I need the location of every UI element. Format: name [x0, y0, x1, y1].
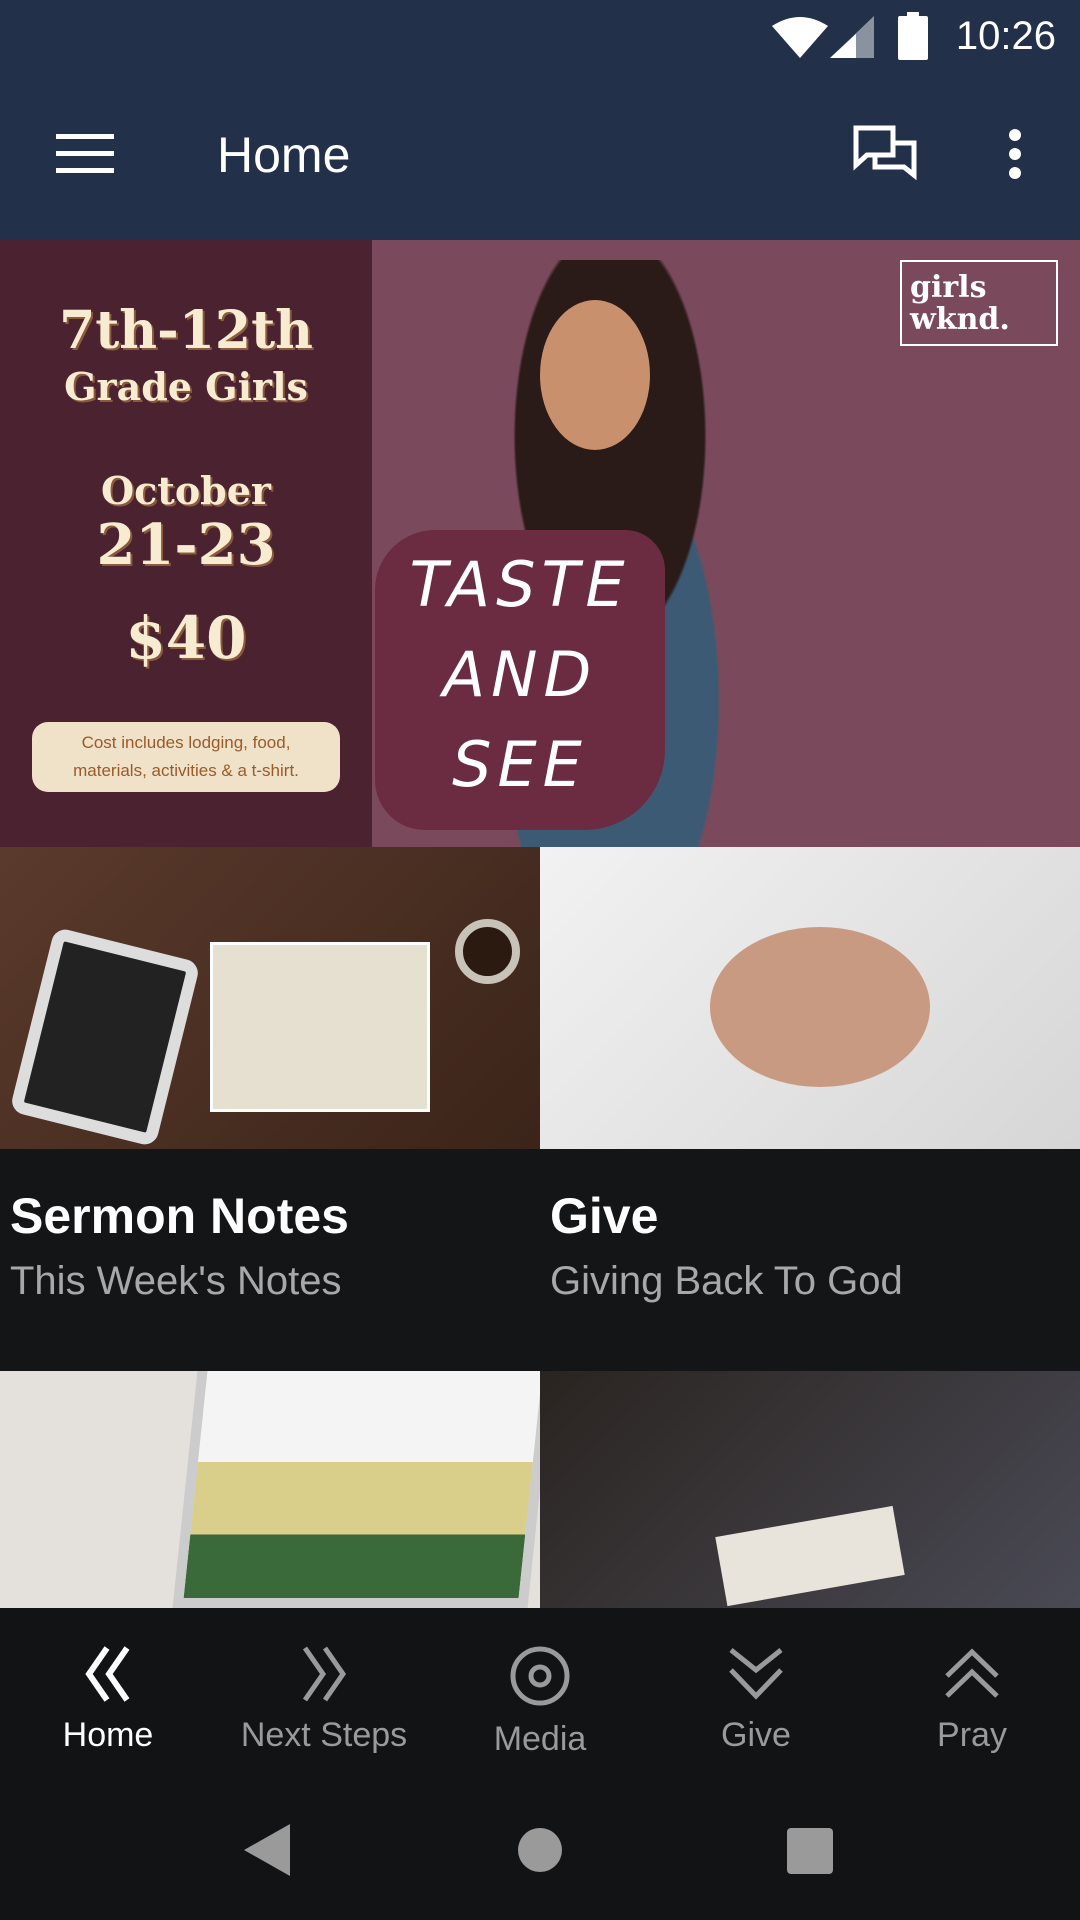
nav-label: Next Steps: [240, 1716, 408, 1754]
card-subtitle: This Week's Notes: [10, 1259, 342, 1303]
bible-image: [210, 942, 430, 1112]
sermon-notes-image[interactable]: [0, 847, 540, 1149]
target-icon: [510, 1646, 570, 1706]
banner-grade: 7th-12th: [59, 300, 313, 361]
nav-next-steps[interactable]: Next Steps: [216, 1608, 432, 1782]
page-title: Home: [217, 127, 351, 183]
girls-wknd-logo: girls wknd.: [900, 260, 1058, 346]
nav-label: Pray: [937, 1716, 1007, 1754]
status-bar: 10:26: [0, 0, 1080, 76]
more-vert-icon: [1009, 129, 1021, 179]
slogan-line: TASTE: [409, 548, 631, 621]
nav-home[interactable]: Home: [0, 1608, 216, 1782]
double-chevron-up-icon: [945, 1648, 999, 1698]
double-chevron-left-icon: [85, 1646, 130, 1702]
slogan-line: AND: [442, 638, 598, 711]
banner-info-panel: 7th-12th Grade Girls October 21-23 $40 C…: [0, 240, 372, 847]
chat-button[interactable]: [845, 114, 925, 194]
app-bar: Home: [0, 76, 1080, 240]
tablet-image: [9, 926, 201, 1148]
double-chevron-right-icon: [302, 1646, 347, 1702]
banner-price: $40: [125, 604, 247, 672]
back-icon[interactable]: [244, 1824, 290, 1876]
hands-image: [710, 927, 930, 1087]
card-title: Give: [550, 1188, 659, 1244]
sermon-notes-card[interactable]: Sermon Notes This Week's Notes: [0, 1149, 540, 1371]
nav-pray[interactable]: Pray: [864, 1608, 1080, 1782]
chat-icon: [853, 125, 917, 181]
notebook-image: [715, 1505, 905, 1607]
home-circle-icon[interactable]: [518, 1828, 562, 1872]
banner-slogan: TASTE AND SEE: [375, 530, 665, 830]
card-subtitle: Giving Back To God: [550, 1259, 903, 1303]
coffee-image: [455, 919, 520, 984]
card-title: Sermon Notes: [10, 1188, 349, 1244]
menu-icon: [56, 134, 114, 173]
banner-note: Cost includes lodging, food, materials, a…: [32, 722, 340, 792]
banner-month: October: [101, 468, 271, 513]
give-card[interactable]: Give Giving Back To God: [540, 1149, 1080, 1371]
give-image[interactable]: [540, 847, 1080, 1149]
banner-dates: 21-23: [96, 512, 276, 578]
system-navigation-bar: [0, 1782, 1080, 1920]
logo-line: girls: [910, 270, 987, 305]
nav-media[interactable]: Media: [432, 1608, 648, 1782]
signal-icon: [830, 16, 874, 58]
nav-give[interactable]: Give: [648, 1608, 864, 1782]
menu-button[interactable]: [40, 118, 130, 190]
event-banner[interactable]: 7th-12th Grade Girls October 21-23 $40 C…: [0, 240, 1080, 847]
banner-face: [540, 300, 650, 450]
battery-icon: [898, 12, 928, 60]
group-image[interactable]: [540, 1371, 1080, 1608]
nav-label: Media: [493, 1720, 587, 1758]
recents-icon[interactable]: [787, 1828, 833, 1874]
nav-label: Home: [62, 1716, 154, 1754]
tablet-newsletter-image: [172, 1371, 553, 1608]
more-options-button[interactable]: [980, 114, 1050, 194]
banner-audience: Grade Girls: [64, 364, 308, 409]
logo-line: wknd.: [910, 302, 1010, 337]
bottom-navigation: Home Next Steps Media Give Pray: [0, 1608, 1080, 1782]
nav-label: Give: [721, 1716, 791, 1754]
wifi-icon: [772, 17, 828, 58]
double-chevron-down-icon: [729, 1648, 783, 1700]
note-line: materials, activities & a t-shirt.: [73, 761, 299, 780]
newsletter-image[interactable]: [0, 1371, 553, 1608]
slogan-line: SEE: [452, 728, 588, 801]
note-line: Cost includes lodging, food,: [81, 733, 291, 752]
clock: 10:26: [955, 14, 1056, 58]
